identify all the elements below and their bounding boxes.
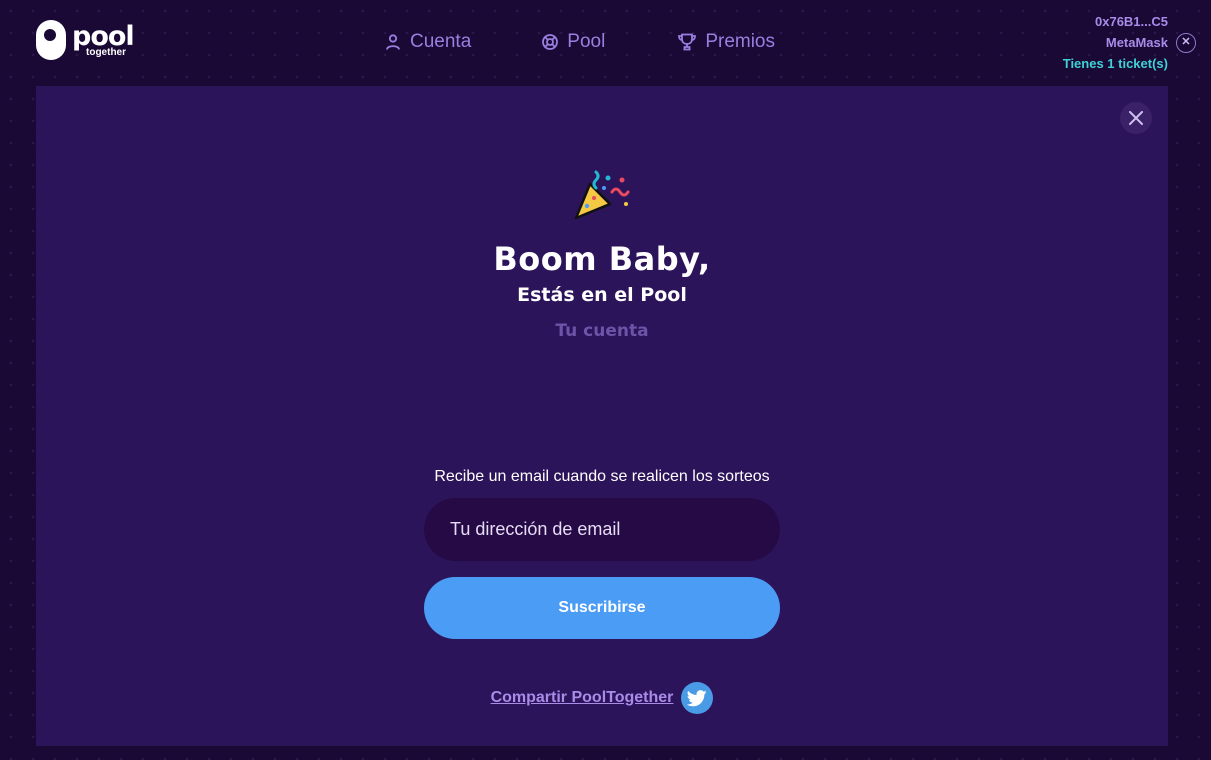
main-nav: Cuenta Pool Premios	[384, 31, 775, 53]
modal-subtitle: Estás en el Pool	[517, 284, 687, 306]
twitter-icon	[687, 689, 708, 706]
success-modal: Boom Baby, Estás en el Pool Tu cuenta Re…	[36, 86, 1168, 746]
email-label: Recibe un email cuando se realicen los s…	[434, 468, 770, 485]
user-icon	[386, 34, 400, 50]
share-row: Compartir PoolTogether	[36, 682, 1168, 714]
logo-text: pool together	[72, 20, 135, 58]
close-icon	[1129, 111, 1143, 125]
nav-premios-label: Premios	[705, 31, 775, 52]
logo-mark-icon	[36, 20, 66, 60]
disconnect-wallet-button[interactable]: ✕	[1176, 32, 1196, 53]
nav-cuenta-label: Cuenta	[410, 31, 472, 52]
subscribe-button[interactable]: Suscribirse	[424, 577, 780, 639]
share-link[interactable]: Compartir PoolTogether	[491, 689, 674, 707]
wallet-address: 0x76B1...C5	[1095, 14, 1168, 29]
wallet-info: 0x76B1...C5 MetaMask ✕ Tienes 1 ticket(s…	[1062, 11, 1196, 74]
nav-cuenta[interactable]: Cuenta	[384, 31, 471, 53]
email-input[interactable]	[424, 498, 780, 561]
party-popper-icon	[574, 170, 630, 220]
logo-sub: together	[86, 46, 126, 58]
top-header: pool together Cuenta Pool Premios 0x76B1…	[0, 0, 1211, 86]
nav-pool[interactable]: Pool	[541, 31, 605, 53]
account-link[interactable]: Tu cuenta	[36, 321, 1168, 341]
lifebuoy-icon	[542, 34, 559, 50]
pooltogether-logo[interactable]: pool together	[36, 20, 135, 60]
logo-word: pool	[72, 20, 135, 52]
modal-title: Boom Baby,	[493, 240, 711, 278]
trophy-icon	[678, 33, 697, 51]
modal-close-button[interactable]	[1120, 102, 1152, 134]
wallet-provider: MetaMask	[1105, 35, 1168, 50]
wallet-provider-row: MetaMask ✕	[1063, 32, 1196, 53]
nav-premios[interactable]: Premios	[677, 31, 775, 53]
nav-pool-label: Pool	[567, 31, 606, 52]
close-icon: ✕	[1181, 36, 1191, 48]
wallet-tickets: Tienes 1 ticket(s)	[1062, 56, 1168, 71]
twitter-share-button[interactable]	[681, 682, 714, 714]
